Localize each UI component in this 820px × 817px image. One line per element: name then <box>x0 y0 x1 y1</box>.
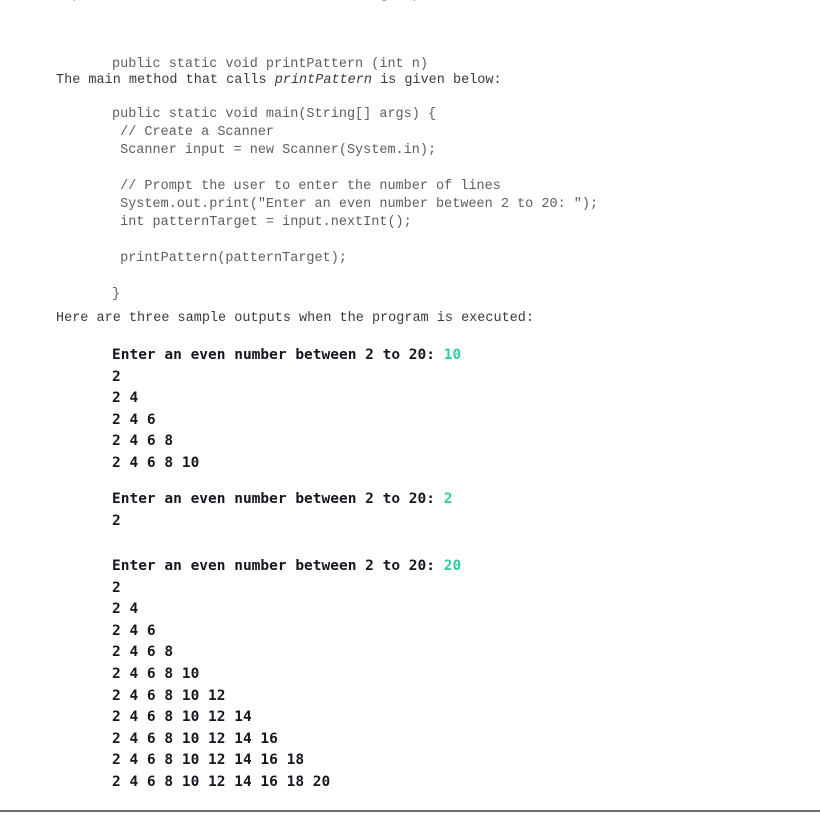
code-line: } <box>112 287 121 302</box>
intro-paragraph: The main method that calls printPattern … <box>56 72 502 90</box>
page-bottom-rule <box>0 810 820 812</box>
terminal-output-line: 2 <box>112 512 121 529</box>
terminal-output-line: 2 4 6 8 10 12 14 16 <box>112 730 278 747</box>
intro-before-text: The main method that calls <box>56 73 275 88</box>
terminal-prompt-text: Enter an even number between 2 to 20: <box>112 491 444 507</box>
sample-output-1: Enter an even number between 2 to 20: 10… <box>112 345 461 475</box>
terminal-output-line: 2 <box>112 368 121 385</box>
terminal-prompt-line: Enter an even number between 2 to 20: 2 <box>112 489 452 511</box>
terminal-prompt-line: Enter an even number between 2 to 20: 10 <box>112 345 461 367</box>
intro-after-text: is given below: <box>371 73 502 88</box>
terminal-output-line: 2 4 6 <box>112 411 156 428</box>
code-line: printPattern(patternTarget); <box>112 251 347 266</box>
terminal-user-input-value: 10 <box>443 347 462 363</box>
terminal-prompt-text: Enter an even number between 2 to 20: <box>112 558 444 574</box>
sample-output-3: Enter an even number between 2 to 20: 20… <box>112 556 461 794</box>
terminal-output-line: 2 4 6 8 <box>112 433 174 450</box>
terminal-output-line: 2 4 6 <box>112 622 156 639</box>
terminal-user-input-value: 20 <box>443 558 462 574</box>
terminal-output-line: 2 4 6 8 10 <box>112 665 200 682</box>
intro-method-name: printPattern <box>274 73 372 88</box>
code-line: int patternTarget = input.nextInt(); <box>112 215 412 230</box>
main-method-code-block: public static void main(String[] args) {… <box>112 106 598 304</box>
sample-output-2: Enter an even number between 2 to 20: 22 <box>112 489 452 532</box>
code-line: Scanner input = new Scanner(System.in); <box>112 143 437 158</box>
terminal-output-line: 2 4 6 8 10 12 14 16 18 20 <box>112 773 331 790</box>
code-line: System.out.print("Enter an even number b… <box>112 197 599 212</box>
method-signature-code: public static void printPattern (int n) <box>112 20 428 110</box>
terminal-output-line: 2 4 6 8 10 12 <box>112 687 226 704</box>
terminal-output-line: 2 4 <box>112 390 139 407</box>
terminal-output-line: 2 4 6 8 10 12 14 <box>112 709 252 726</box>
terminal-prompt-line: Enter an even number between 2 to 20: 20 <box>112 556 461 578</box>
document-page: a printPattern method that takes an inte… <box>0 0 820 817</box>
terminal-output-line: 2 <box>112 579 121 596</box>
terminal-output-line: 2 4 <box>112 601 139 618</box>
clipped-top-text: a printPattern method that takes an inte… <box>56 0 493 5</box>
terminal-prompt-text: Enter an even number between 2 to 20: <box>112 347 444 363</box>
code-line: // Prompt the user to enter the number o… <box>112 179 501 194</box>
code-line: // Create a Scanner <box>112 125 275 140</box>
terminal-output-line: 2 4 6 8 10 12 14 16 18 <box>112 752 305 769</box>
terminal-output-line: 2 4 6 8 <box>112 644 174 661</box>
code-line: public static void main(String[] args) { <box>112 107 437 122</box>
terminal-user-input-value: 2 <box>443 491 453 507</box>
terminal-output-line: 2 4 6 8 10 <box>112 454 200 471</box>
samples-heading: Here are three sample outputs when the p… <box>56 311 534 326</box>
